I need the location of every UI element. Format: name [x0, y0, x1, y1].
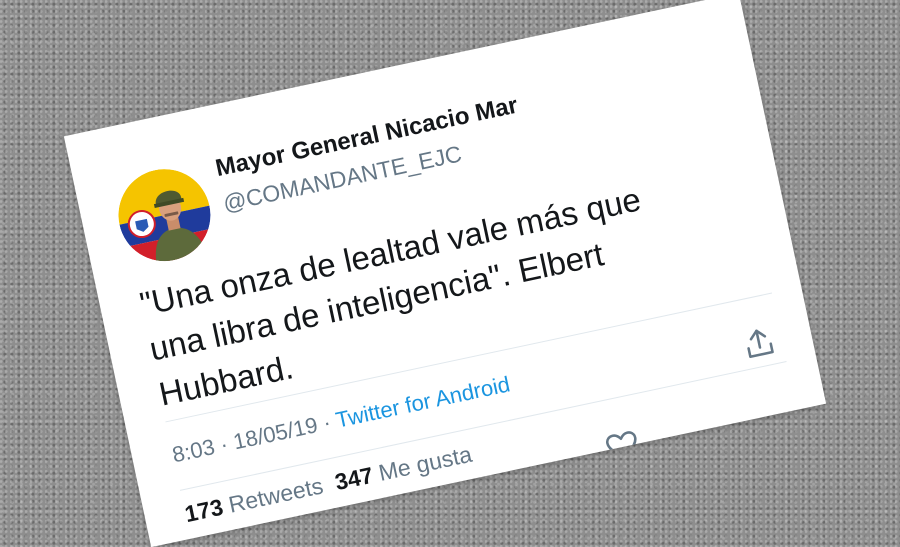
- retweets-label: Retweets: [226, 472, 326, 518]
- tweet-time[interactable]: 8:03: [170, 434, 217, 467]
- avatar[interactable]: [109, 160, 220, 270]
- likes-label: Me gusta: [376, 440, 475, 486]
- avatar-image: [109, 160, 220, 270]
- likes-count: 347: [332, 461, 376, 496]
- tweet-text: "Una onza de lealtad vale más que una li…: [136, 180, 644, 413]
- retweets-count: 173: [182, 493, 226, 528]
- tweet-date[interactable]: 18/05/19: [231, 412, 320, 454]
- share-icon[interactable]: [739, 323, 779, 363]
